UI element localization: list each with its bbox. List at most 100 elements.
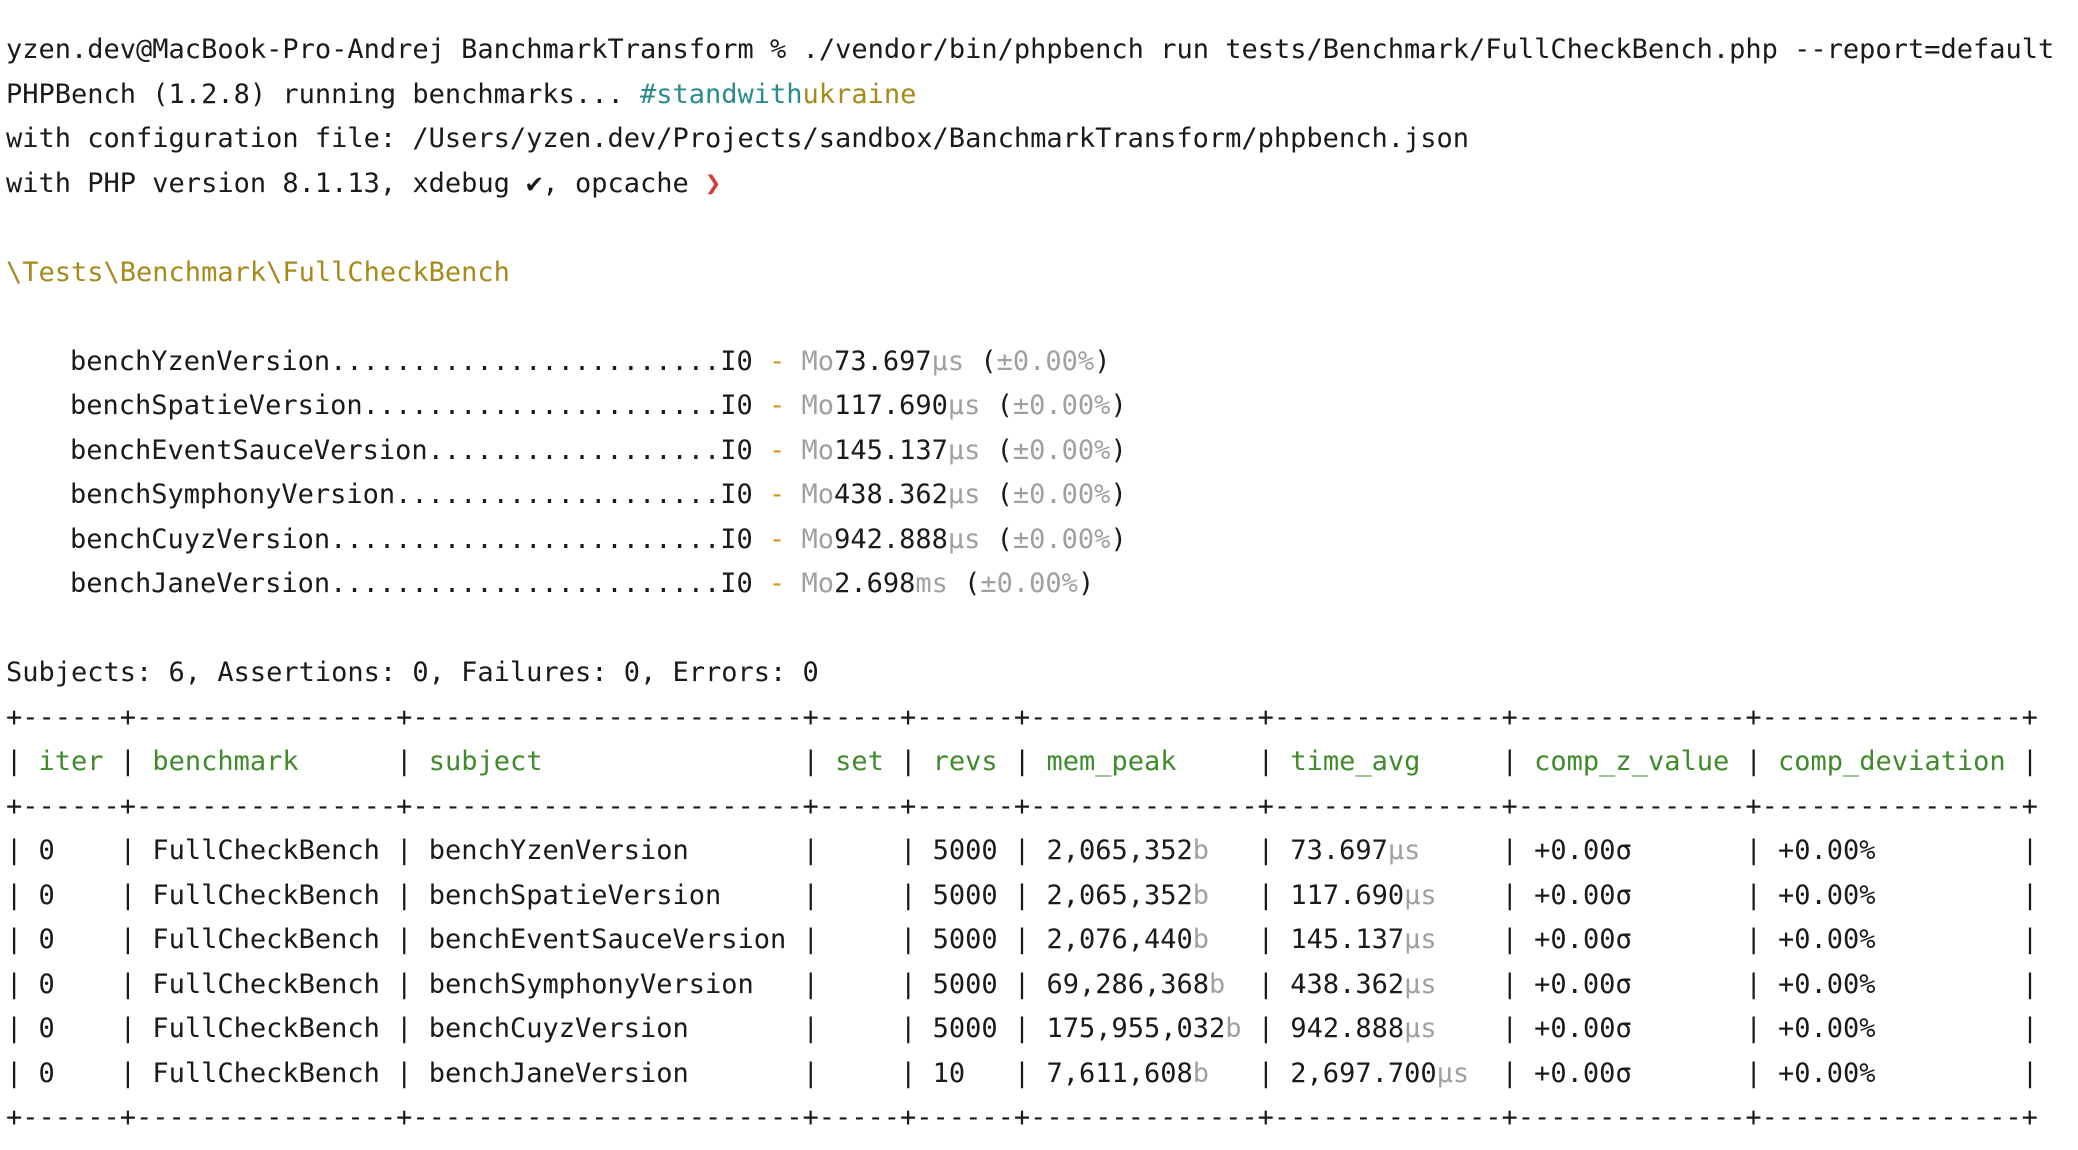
table-cell-benchmark: FullCheckBench [152, 1057, 380, 1089]
table-row: | 0 | FullCheckBench | benchSpatieVersio… [6, 879, 2039, 911]
table-cell-comp-deviation: +0.00% [1778, 1013, 1876, 1044]
bench-unit: μs [931, 345, 965, 377]
bench-value: 117.690 [834, 390, 948, 421]
bench-mode-label: Mo [801, 523, 835, 555]
bench-subject-name: benchYzenVersion [70, 345, 331, 377]
table-cell-mem-peak: 175,955,032b [1046, 1013, 1241, 1044]
cell-value: 2,076,440 [1046, 924, 1193, 955]
bench-dots: ........................ [330, 523, 721, 555]
cell-unit: μs [1404, 924, 1437, 955]
prompt-user-host: yzen.dev@MacBook-Pro-Andrej [6, 34, 445, 65]
bench-unit: μs [947, 390, 981, 421]
cell-unit: b [1192, 835, 1210, 866]
cell-unit: b [1192, 1057, 1210, 1089]
bench-value: 438.362 [834, 479, 948, 510]
bench-value: 73.697 [834, 345, 932, 377]
bench-dots: .................... [395, 479, 721, 510]
cell-value: 175,955,032 [1046, 1013, 1226, 1044]
bench-iter-tag: I0 [720, 523, 753, 555]
table-border: +------+----------------+---------------… [6, 790, 2038, 822]
table-cell-revs: 5000 [932, 1013, 998, 1044]
table-cell-time-avg: 2,697.700μs [1290, 1058, 1469, 1089]
bench-value: 2.698 [834, 568, 916, 599]
bench-separator: - [769, 568, 786, 599]
bench-separator: - [769, 434, 786, 466]
cell-value: 69,286,368 [1046, 968, 1209, 1000]
table-cell-iter: 0 [38, 1013, 55, 1044]
table-cell-subject: benchSymphonyVersion [428, 968, 754, 1000]
bench-dots: ........................ [330, 568, 721, 599]
table-cell-subject: benchYzenVersion [428, 835, 689, 866]
table-cell-benchmark: FullCheckBench [152, 879, 380, 911]
table-cell-mem-peak: 2,065,352b [1046, 880, 1209, 911]
cell-value: 2,697.700 [1290, 1057, 1437, 1089]
table-cell-revs: 5000 [932, 879, 998, 911]
config-file-line: with configuration file: /Users/yzen.dev… [6, 123, 1469, 154]
terminal-output[interactable]: yzen.dev@MacBook-Pro-Andrej BanchmarkTra… [6, 14, 2072, 1141]
table-cell-comp-deviation: +0.00% [1778, 1057, 1876, 1089]
bench-unit: μs [947, 479, 981, 510]
cell-unit: b [1192, 879, 1210, 911]
bench-iter-tag: I0 [720, 345, 753, 377]
bench-iter-tag: I0 [720, 479, 753, 510]
cell-unit: b [1225, 1013, 1242, 1044]
bench-separator: - [769, 345, 786, 377]
bench-subject-name: benchSymphonyVersion [70, 479, 396, 510]
table-header-benchmark: benchmark [152, 746, 299, 777]
bench-mode-label: Mo [801, 345, 835, 377]
table-cell-comp-z-value: +0.00σ [1534, 879, 1632, 911]
prompt-dir: BanchmarkTransform [461, 34, 754, 65]
table-header-revs: revs [932, 746, 998, 777]
table-header-set: set [835, 746, 884, 777]
command-line: yzen.dev@MacBook-Pro-Andrej BanchmarkTra… [6, 28, 2072, 73]
bench-result-line: benchSymphonyVersion....................… [6, 473, 2072, 518]
table-row: | 0 | FullCheckBench | benchYzenVersion … [6, 835, 2039, 866]
bench-dots: ........................ [330, 345, 721, 377]
bench-result-line: benchYzenVersion........................… [6, 340, 2072, 385]
table-cell-comp-deviation: +0.00% [1778, 924, 1876, 955]
bench-separator: - [769, 479, 786, 510]
bench-dev-close: ) [1110, 479, 1127, 510]
bench-result-line: benchSpatieVersion......................… [6, 384, 2072, 429]
bench-subject-name: benchSpatieVersion [70, 390, 363, 421]
bench-deviation: ±0.00% [1012, 434, 1111, 466]
bench-subject-name: benchEventSauceVersion [70, 434, 428, 466]
table-cell-comp-z-value: +0.00σ [1534, 968, 1632, 1000]
table-header-subject: subject [428, 746, 543, 777]
bench-unit: ms [915, 568, 948, 599]
table-cell-mem-peak: 69,286,368b [1046, 969, 1225, 1000]
table-cell-time-avg: 145.137μs [1290, 924, 1436, 955]
bench-iter-tag: I0 [720, 434, 753, 466]
table-border: +------+----------------+---------------… [6, 701, 2038, 733]
table-cell-subject: benchJaneVersion [428, 1057, 689, 1089]
bench-dev-close: ) [1110, 390, 1127, 421]
cell-unit: μs [1404, 1013, 1437, 1044]
cell-unit: μs [1387, 835, 1421, 866]
table-cell-comp-z-value: +0.00σ [1534, 924, 1632, 955]
prompt-symbol: % [770, 34, 787, 65]
bench-mode-label: Mo [801, 390, 835, 421]
cell-value: 438.362 [1290, 968, 1405, 1000]
bench-result-line: benchEventSauceVersion..................… [6, 429, 2072, 474]
table-cell-revs: 5000 [932, 924, 998, 955]
bench-value: 145.137 [834, 434, 948, 466]
cell-value: 7,611,608 [1046, 1057, 1193, 1089]
bench-mode-label: Mo [801, 568, 835, 599]
table-header-iter: iter [38, 746, 104, 777]
table-cell-iter: 0 [38, 879, 55, 911]
opcache-disabled-icon: ❯ [705, 167, 722, 199]
bench-deviation: ±0.00% [1012, 523, 1111, 555]
bench-iter-tag: I0 [720, 568, 753, 599]
table-cell-comp-deviation: +0.00% [1778, 835, 1876, 866]
bench-deviation: ±0.00% [980, 568, 1078, 599]
table-border: +------+----------------+---------------… [6, 1102, 2038, 1133]
cell-unit: b [1192, 924, 1210, 955]
bench-dev-open: ( [996, 390, 1013, 421]
bench-mode-label: Mo [801, 434, 835, 466]
cell-value: 145.137 [1290, 924, 1405, 955]
table-header-comp-z-value: comp_z_value [1534, 746, 1730, 777]
table-cell-iter: 0 [38, 835, 55, 866]
